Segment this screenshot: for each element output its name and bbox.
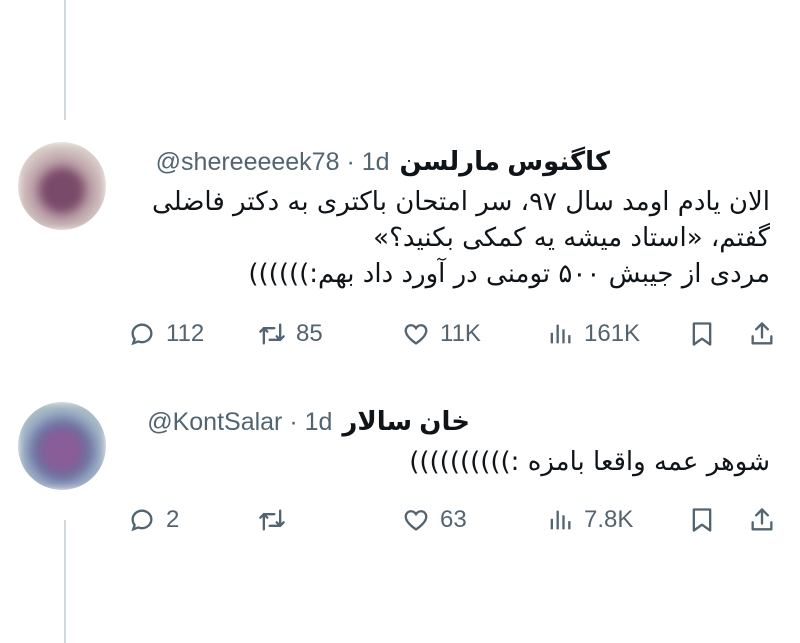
share-icon (748, 506, 776, 534)
views-button[interactable]: 7.8K (546, 506, 633, 534)
tweet-text: شوهر عمه واقعا بامزه :)))))))))) (110, 444, 770, 480)
bookmark-button[interactable] (688, 506, 716, 534)
tweet-text-line: شوهر عمه واقعا بامزه :)))))))))) (409, 447, 770, 477)
retweet-count: 85 (296, 320, 323, 347)
like-button[interactable]: 63 (402, 506, 467, 534)
retweet-icon (258, 506, 286, 534)
tweet[interactable]: خان سالار @KontSalar · 1d شوهر عمه واقعا… (0, 390, 800, 550)
reply-count: 112 (166, 320, 205, 347)
like-count: 11K (440, 320, 481, 347)
tweet-text: الان یادم اومد سال ۹۷، سر امتحان باکتری … (110, 184, 770, 292)
heart-icon (402, 506, 430, 534)
handle-and-time[interactable]: @shereeeeek78 · 1d (156, 148, 390, 177)
tweet-header: کاگنوس مارلسن @shereeeeek78 · 1d (156, 146, 610, 177)
avatar[interactable] (18, 142, 106, 230)
heart-icon (402, 320, 430, 348)
retweet-button[interactable]: 85 (258, 320, 323, 348)
bookmark-button[interactable] (688, 320, 716, 348)
views-button[interactable]: 161K (546, 320, 640, 348)
reply-icon (128, 506, 156, 534)
thread-line-bottom (64, 520, 66, 643)
like-count: 63 (440, 506, 467, 533)
share-icon (748, 320, 776, 348)
reply-count: 2 (166, 506, 180, 533)
handle-and-time[interactable]: @KontSalar · 1d (147, 408, 332, 437)
tweet-header: خان سالار @KontSalar · 1d (147, 406, 470, 437)
reply-icon (128, 320, 156, 348)
view-count: 7.8K (584, 506, 634, 533)
bookmark-icon (688, 506, 716, 534)
avatar[interactable] (18, 402, 106, 490)
tweet-text-line: الان یادم اومد سال ۹۷، سر امتحان باکتری … (152, 187, 770, 217)
tweet-text-line: مردی از جیبش ۵۰۰ تومنی در آورد داد بهم:)… (248, 259, 770, 289)
views-icon (546, 506, 574, 534)
reply-button[interactable]: 2 (128, 506, 179, 534)
view-count: 161K (584, 320, 641, 347)
share-button[interactable] (748, 506, 776, 534)
retweet-button[interactable] (258, 506, 296, 534)
thread-line-top (64, 0, 66, 120)
tweet-text-line: گفتم، «استاد میشه یه کمکی بکنید؟» (373, 223, 770, 253)
bookmark-icon (688, 320, 716, 348)
display-name[interactable]: خان سالار (342, 406, 470, 437)
views-icon (546, 320, 574, 348)
like-button[interactable]: 11K (402, 320, 481, 348)
share-button[interactable] (748, 320, 776, 348)
tweet[interactable]: کاگنوس مارلسن @shereeeeek78 · 1d الان یا… (0, 120, 800, 370)
action-bar: 112 85 11K 161K (128, 314, 780, 354)
display-name[interactable]: کاگنوس مارلسن (400, 146, 610, 177)
retweet-icon (258, 320, 286, 348)
reply-button[interactable]: 112 (128, 320, 204, 348)
action-bar: 2 63 7.8K (128, 500, 780, 540)
